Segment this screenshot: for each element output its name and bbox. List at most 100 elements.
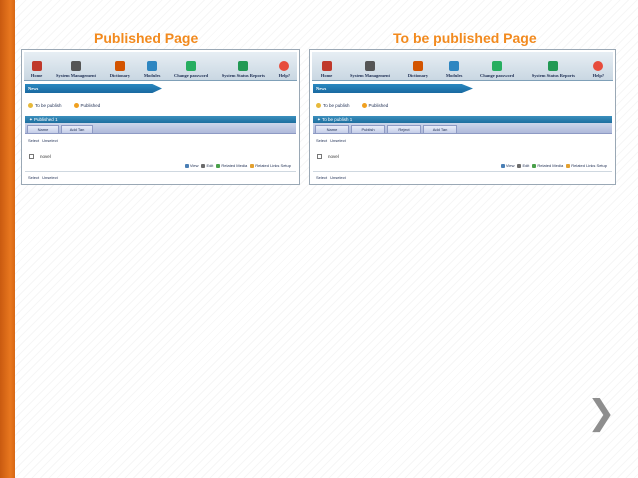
related-media-action[interactable]: Related Media (532, 163, 563, 168)
nav-item-system-status-reports[interactable]: System Status Reports (222, 61, 265, 80)
published-icon (73, 103, 79, 108)
column-header-bar: Name Publish Reject Add Tan (313, 123, 612, 134)
tab-to-be-publish[interactable]: To be publish (323, 103, 350, 108)
nav-item-change-password[interactable]: Change password (480, 61, 514, 80)
unselect-link[interactable]: Unselect (42, 138, 58, 143)
panel-title: To be publish (321, 117, 349, 122)
panel-count: 1 (55, 117, 58, 122)
unselect-link[interactable]: Unselect (330, 175, 346, 180)
key-icon (186, 61, 197, 71)
nav-item-system-management[interactable]: System Management (56, 61, 96, 80)
book-icon (412, 61, 423, 71)
nav-item-home[interactable]: Home (31, 61, 42, 80)
media-icon (216, 163, 221, 168)
column-header-name[interactable]: Name (27, 125, 59, 133)
nav-label: Change password (173, 73, 209, 78)
report-icon (548, 61, 559, 71)
action-label: Edit (522, 163, 530, 168)
top-nav: Home System Management Dictionary Module… (312, 52, 613, 81)
nav-item-help[interactable]: Help? (278, 61, 291, 80)
view-action[interactable]: View (184, 163, 198, 168)
column-header-reject[interactable]: Reject (387, 125, 421, 133)
chevron-right-icon[interactable]: ❯ (587, 396, 616, 430)
column-header-name[interactable]: Name (315, 125, 349, 133)
nav-label: System Status Reports (221, 73, 265, 78)
tab-published[interactable]: Published (81, 103, 101, 108)
item-actions: View Edit Related Media Related Links Se… (498, 163, 607, 168)
published-page-screenshot: Home System Management Dictionary Module… (21, 49, 300, 185)
nav-label: System Management (349, 73, 391, 78)
nav-label: Modules (445, 73, 463, 78)
related-media-action[interactable]: Related Media (216, 163, 247, 168)
nav-item-dictionary[interactable]: Dictionary (109, 61, 131, 80)
unselect-link[interactable]: Unselect (330, 138, 346, 143)
book-icon (114, 61, 125, 71)
to-be-published-page-screenshot: Home System Management Dictionary Module… (309, 49, 616, 185)
select-controls-top: Select Unselect (28, 138, 61, 143)
select-controls-bottom: Select Unselect (28, 175, 61, 180)
nav-item-help[interactable]: Help? (592, 61, 605, 80)
view-action[interactable]: View (500, 163, 515, 168)
nav-label: Dictionary (109, 73, 131, 78)
nav-label: Help? (592, 73, 605, 78)
published-icon (361, 103, 367, 108)
action-label: Edit (206, 163, 214, 168)
item-actions: View Edit Related Media Related Links Se… (182, 163, 291, 168)
item-checkbox[interactable] (29, 154, 34, 159)
column-header-add-tan[interactable]: Add Tan (423, 125, 457, 133)
nav-item-system-status-reports[interactable]: System Status Reports (532, 61, 575, 80)
edit-icon (517, 163, 522, 168)
nav-label: System Status Reports (531, 73, 575, 78)
column-header-bar: Name Add Tan (25, 123, 296, 134)
lifebuoy-icon (593, 61, 604, 71)
item-checkbox[interactable] (317, 154, 322, 159)
select-link[interactable]: Select (28, 175, 39, 180)
tools-icon (365, 61, 375, 71)
action-label: Related Media (221, 163, 248, 168)
select-controls-top: Select Unselect (316, 138, 349, 143)
item-text: novel (40, 154, 51, 159)
nav-label: Dictionary (407, 73, 429, 78)
column-header-publish[interactable]: Publish (351, 125, 385, 133)
home-icon (31, 61, 42, 71)
left-screenshot-title: Published Page (94, 30, 199, 46)
modules-icon (449, 61, 460, 71)
related-links-action[interactable]: Related Links Setup (250, 163, 291, 168)
nav-label: Help? (278, 73, 291, 78)
media-icon (532, 163, 537, 168)
column-header-add-tan[interactable]: Add Tan (61, 125, 93, 133)
tools-icon (71, 61, 81, 71)
nav-item-system-management[interactable]: System Management (350, 61, 390, 80)
links-icon (250, 163, 255, 168)
select-link[interactable]: Select (28, 138, 39, 143)
edit-icon (201, 163, 206, 168)
nav-item-change-password[interactable]: Change password (174, 61, 208, 80)
lifebuoy-icon (279, 61, 290, 71)
select-link[interactable]: Select (316, 138, 327, 143)
select-link[interactable]: Select (316, 175, 327, 180)
related-links-action[interactable]: Related Links Setup (566, 163, 607, 168)
nav-item-dictionary[interactable]: Dictionary (407, 61, 429, 80)
nav-item-modules[interactable]: Modules (144, 61, 160, 80)
action-label: View (505, 163, 515, 168)
nav-item-modules[interactable]: Modules (445, 61, 463, 80)
home-icon (321, 61, 332, 71)
divider (313, 171, 612, 172)
tab-to-be-publish[interactable]: To be publish (35, 103, 62, 108)
unselect-link[interactable]: Unselect (42, 175, 58, 180)
edit-action[interactable]: Edit (201, 163, 213, 168)
modules-icon (147, 61, 158, 71)
key-icon (492, 61, 503, 71)
panel-count: 1 (349, 117, 353, 122)
action-label: Related Links Setup (571, 163, 607, 168)
nav-item-home[interactable]: Home (320, 61, 333, 80)
top-nav: Home System Management Dictionary Module… (24, 52, 297, 81)
edit-action[interactable]: Edit (517, 163, 529, 168)
tab-published[interactable]: Published (369, 103, 389, 108)
action-label: Related Links Setup (255, 163, 291, 168)
nav-label: Home (320, 73, 333, 78)
pending-icon (28, 103, 33, 108)
nav-label: Change password (479, 73, 515, 78)
section-banner: News (25, 84, 162, 93)
item-text: novel (328, 154, 339, 159)
